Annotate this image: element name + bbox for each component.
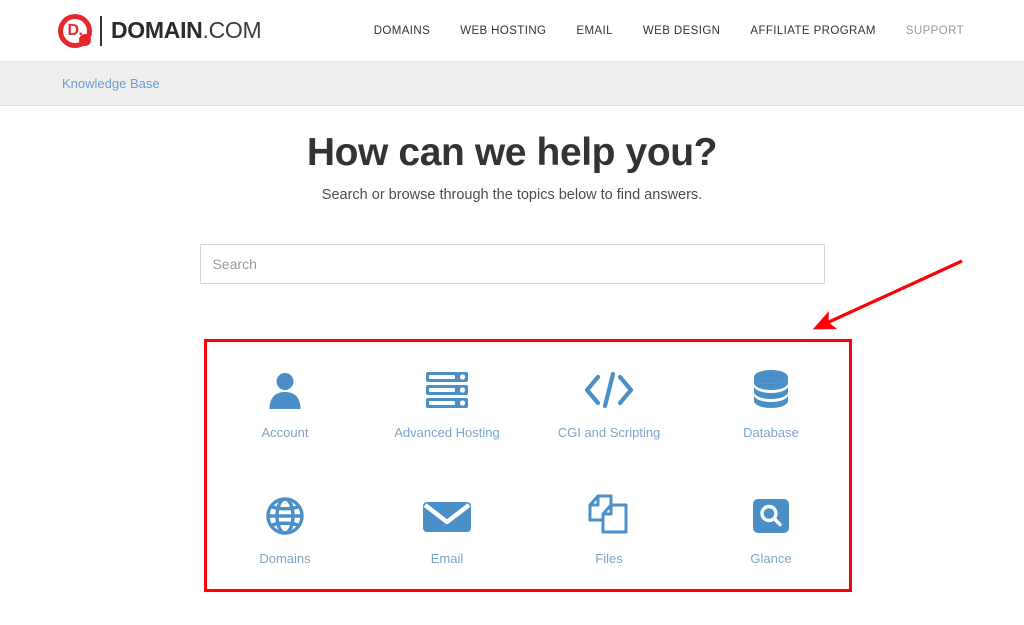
hero-section: How can we help you? Search or browse th… xyxy=(0,106,1024,203)
topic-label: Email xyxy=(430,551,464,567)
logo-wordmark: DOMAIN.COM xyxy=(111,17,262,44)
nav-item-support[interactable]: SUPPORT xyxy=(906,25,964,37)
logo-brand-bold: DOMAIN xyxy=(111,17,203,43)
topic-tile-advanced-hosting[interactable]: Advanced Hosting xyxy=(366,339,528,466)
envelope-icon xyxy=(421,491,473,537)
topic-tile-email[interactable]: Email xyxy=(366,466,528,593)
main-nav: DOMAINS WEB HOSTING EMAIL WEB DESIGN AFF… xyxy=(374,25,964,37)
topic-tile-cgi-and-scripting[interactable]: CGI and Scripting xyxy=(528,339,690,466)
page-title: How can we help you? xyxy=(306,131,718,174)
topic-label: Domains xyxy=(259,551,311,567)
nav-item-affiliate-program[interactable]: AFFILIATE PROGRAM xyxy=(750,25,875,37)
magnifier-square-icon xyxy=(750,491,792,537)
code-brackets-icon xyxy=(582,365,636,411)
topic-label: CGI and Scripting xyxy=(557,424,661,440)
site-header: D. DOMAIN.COM DOMAINS WEB HOSTING EMAIL … xyxy=(0,0,1024,62)
breadcrumb-link-knowledge-base[interactable]: Knowledge Base xyxy=(62,76,160,91)
logo-divider xyxy=(100,15,102,46)
nav-item-domains[interactable]: DOMAINS xyxy=(374,25,430,37)
breadcrumb: Knowledge Base xyxy=(0,62,1024,106)
globe-icon xyxy=(264,491,306,537)
search-row xyxy=(0,244,1024,284)
topic-label: Glance xyxy=(750,551,792,567)
topic-label: Files xyxy=(595,551,623,567)
logo-brand-light: .COM xyxy=(202,17,262,43)
documents-icon xyxy=(586,491,632,537)
topic-tile-database[interactable]: Database xyxy=(690,339,852,466)
nav-item-email[interactable]: EMAIL xyxy=(576,25,613,37)
topic-tile-account[interactable]: Account xyxy=(204,339,366,466)
search-input[interactable] xyxy=(199,244,825,284)
topic-tile-files[interactable]: Files xyxy=(528,466,690,593)
topic-label: Database xyxy=(743,424,799,440)
topic-tile-domains[interactable]: Domains xyxy=(204,466,366,593)
server-rack-icon xyxy=(423,365,471,411)
nav-item-web-hosting[interactable]: WEB HOSTING xyxy=(460,25,546,37)
nav-item-web-design[interactable]: WEB DESIGN xyxy=(643,25,720,37)
site-logo[interactable]: D. DOMAIN.COM xyxy=(58,13,262,48)
domain-logo-icon: D. xyxy=(58,13,92,48)
topic-label: Advanced Hosting xyxy=(394,424,500,440)
database-icon xyxy=(749,365,793,411)
user-icon xyxy=(264,365,306,411)
page-subtitle: Search or browse through the topics belo… xyxy=(321,187,703,203)
topic-label: Account xyxy=(261,424,309,440)
topic-tile-glance[interactable]: Glance xyxy=(690,466,852,593)
topics-grid: Account Advanced Hosting CGI and Scripti… xyxy=(204,339,852,592)
